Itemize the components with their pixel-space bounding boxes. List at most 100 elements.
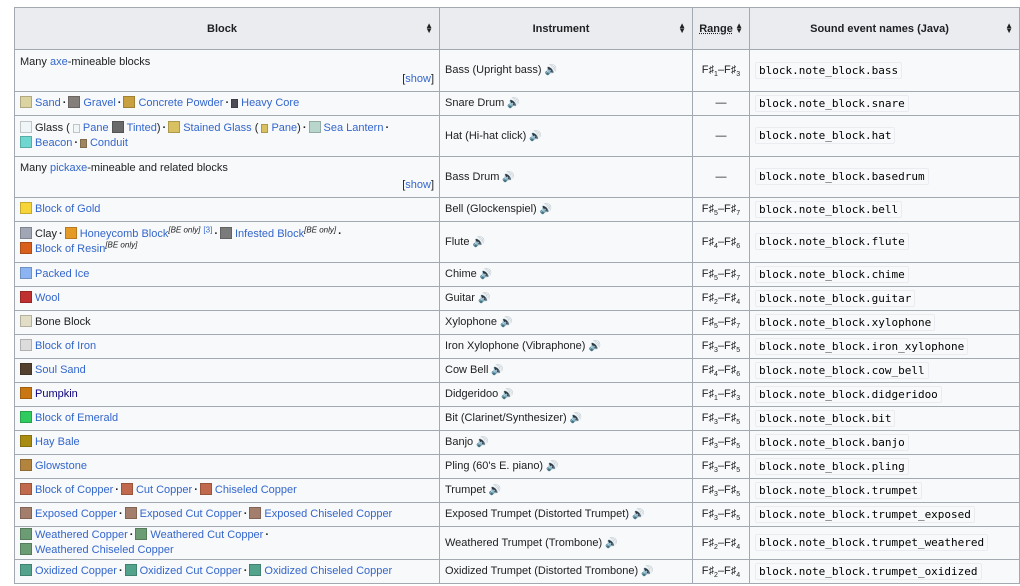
separator: ·	[385, 122, 390, 134]
sort-icon[interactable]: ▲ ▼	[425, 22, 433, 35]
block-link[interactable]: Exposed Copper	[35, 508, 117, 520]
block-icon	[135, 528, 148, 540]
block-link[interactable]: Weathered Chiseled Copper	[35, 544, 174, 556]
block-icon	[20, 363, 32, 375]
block-link[interactable]: Exposed Chiseled Copper	[264, 508, 392, 520]
table-row: Wool Guitar 🔊 F♯2–F♯4 block.note_block.guita…	[14, 286, 1020, 311]
block-link[interactable]: Beacon	[35, 137, 72, 149]
block-description: Many axe-mineable blocks	[20, 55, 151, 68]
show-toggle[interactable]: [show]	[402, 178, 434, 193]
block-link[interactable]: Wool	[35, 292, 60, 304]
sort-icon[interactable]: ▲ ▼	[678, 22, 686, 35]
octave: 5	[736, 347, 741, 355]
play-sound-icon[interactable]: 🔊	[500, 315, 512, 330]
block-link[interactable]: Block of Copper	[35, 484, 113, 496]
block-link[interactable]: Pane	[83, 122, 109, 134]
play-sound-icon[interactable]: 🔊	[570, 411, 582, 426]
block-link[interactable]: Tinted	[127, 122, 157, 134]
octave: 5	[736, 443, 741, 451]
range-cell: —	[692, 91, 750, 116]
block-link[interactable]: Oxidized Copper	[35, 565, 117, 577]
play-sound-icon[interactable]: 🔊	[502, 170, 514, 185]
block-link[interactable]: Honeycomb Block	[80, 228, 169, 240]
play-sound-icon[interactable]: 🔊	[478, 291, 490, 306]
block-link[interactable]: Packed Ice	[35, 268, 89, 280]
block-cell: Exposed Copper · Exposed Cut Copper · Expose…	[14, 502, 440, 527]
header-range[interactable]: Range ▲ ▼	[692, 7, 750, 50]
block-icon	[20, 543, 32, 555]
block-link[interactable]: Soul Sand	[35, 364, 86, 376]
separator: ·	[74, 137, 78, 149]
header-sound[interactable]: Sound event names (Java) ▲ ▼	[749, 7, 1020, 50]
play-sound-icon[interactable]: 🔊	[540, 202, 552, 217]
block-link[interactable]: Block of Resin	[35, 243, 105, 255]
play-sound-icon[interactable]: 🔊	[476, 435, 488, 450]
block-link[interactable]: Sand	[35, 97, 61, 109]
block-link[interactable]: Chiseled Copper	[215, 484, 297, 496]
block-link[interactable]: Concrete Powder	[138, 97, 223, 109]
instrument-name: Cow Bell	[445, 364, 489, 376]
play-sound-icon[interactable]: 🔊	[480, 267, 492, 282]
block-link[interactable]: Exposed Cut Copper	[140, 508, 242, 520]
block-link[interactable]: Conduit	[90, 137, 128, 149]
instrument-cell: Chime 🔊	[439, 262, 693, 287]
block-cell: Block of Gold	[14, 197, 440, 222]
instrument-name: Bass Drum	[445, 170, 500, 183]
block-link[interactable]: Block of Gold	[35, 203, 100, 215]
show-link[interactable]: show	[405, 179, 431, 191]
sort-icon[interactable]: ▲ ▼	[735, 22, 743, 35]
play-sound-icon[interactable]: 🔊	[472, 235, 484, 250]
table-row: Bone Block Xylophone 🔊 F♯5–F♯7 block.note_bl…	[14, 310, 1020, 335]
block-link[interactable]: Oxidized Cut Copper	[140, 565, 242, 577]
block-link[interactable]: Sea Lantern	[324, 122, 384, 134]
table-row: Glowstone Pling (60's E. piano) 🔊 F♯3–F♯5 bl…	[14, 454, 1020, 479]
play-sound-icon[interactable]: 🔊	[546, 459, 558, 474]
block-link[interactable]: Stained Glass	[183, 122, 251, 134]
play-sound-icon[interactable]: 🔊	[491, 363, 503, 378]
block-link[interactable]: Oxidized Chiseled Copper	[264, 565, 392, 577]
octave: 3	[714, 443, 718, 451]
range-cell: F♯3–F♯5	[692, 502, 750, 527]
reference-link[interactable]: [3]	[203, 225, 212, 234]
block-cell: Glass ( Pane Tinted) · Stained Glass ( Pan…	[14, 115, 440, 157]
block-icon	[123, 96, 136, 108]
show-toggle[interactable]: [show]	[402, 72, 434, 87]
block-link[interactable]: Heavy Core	[241, 97, 299, 109]
instrument-name: Snare Drum	[445, 97, 505, 109]
block-icon	[20, 96, 32, 108]
sound-cell: block.note_block.bell	[749, 197, 1020, 222]
tool-link[interactable]: pickaxe	[50, 162, 87, 174]
block-link[interactable]: Cut Copper	[136, 484, 192, 496]
play-sound-icon[interactable]: 🔊	[588, 339, 600, 354]
play-sound-icon[interactable]: 🔊	[632, 507, 644, 522]
play-sound-icon[interactable]: 🔊	[489, 483, 501, 498]
block-icon	[20, 227, 32, 239]
play-sound-icon[interactable]: 🔊	[501, 387, 513, 402]
play-sound-icon[interactable]: 🔊	[605, 536, 617, 551]
play-sound-icon[interactable]: 🔊	[529, 129, 541, 144]
block-link[interactable]: Infested Block	[235, 228, 304, 240]
play-sound-icon[interactable]: 🔊	[507, 96, 519, 111]
instrument-name: Bit (Clarinet/Synthesizer)	[445, 412, 567, 424]
block-link[interactable]: Glowstone	[35, 460, 87, 472]
table-row: Hay Bale Banjo 🔊 F♯3–F♯5 block.note_block.ba…	[14, 430, 1020, 455]
block-link[interactable]: Weathered Copper	[35, 529, 128, 541]
block-link[interactable]: Pane	[271, 122, 297, 134]
block-link[interactable]: Weathered Cut Copper	[150, 529, 263, 541]
block-link[interactable]: Block of Emerald	[35, 412, 118, 424]
show-link[interactable]: show	[405, 73, 431, 85]
instrument-name: Banjo	[445, 436, 474, 448]
block-link[interactable]: Pumpkin	[35, 388, 78, 400]
header-instrument[interactable]: Instrument ▲ ▼	[439, 7, 693, 50]
octave: 5	[736, 491, 741, 499]
block-cell: Glowstone	[14, 454, 440, 479]
tool-link[interactable]: axe	[50, 56, 68, 68]
header-block[interactable]: Block ▲ ▼	[14, 7, 440, 50]
separator: ·	[162, 122, 167, 134]
play-sound-icon[interactable]: 🔊	[641, 564, 653, 579]
sort-icon[interactable]: ▲ ▼	[1005, 22, 1013, 35]
play-sound-icon[interactable]: 🔊	[545, 63, 557, 78]
block-link[interactable]: Block of Iron	[35, 340, 96, 352]
block-link[interactable]: Hay Bale	[35, 436, 80, 448]
block-link[interactable]: Gravel	[83, 97, 115, 109]
